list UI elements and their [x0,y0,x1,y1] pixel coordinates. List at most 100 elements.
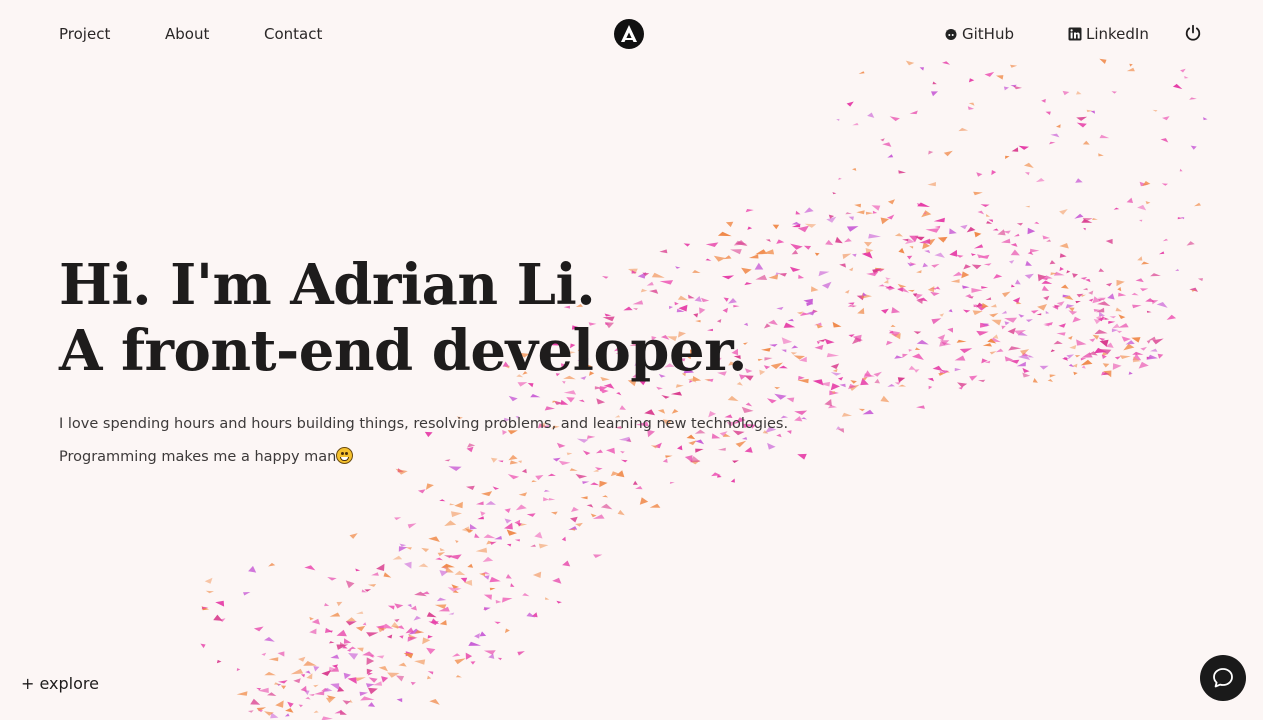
particle [968,78,975,83]
particle [596,398,606,405]
hero-title: Hi. I'm Adrian Li. A front-end developer… [59,252,747,384]
particle [454,570,466,576]
particle [481,491,493,497]
particle [824,399,832,406]
nav-contact[interactable]: Contact [264,24,334,44]
chat-button[interactable] [1200,655,1246,701]
particle [398,546,408,552]
particle [392,555,403,560]
particle [405,547,412,550]
hero-line-1: Hi. I'm Adrian Li. [59,252,596,318]
particle [1088,290,1094,295]
particle [1041,285,1049,291]
particle [880,395,890,403]
particle [981,286,989,289]
particle [905,60,915,66]
particle [308,694,315,696]
particle [902,353,908,358]
particle [992,228,999,231]
particle [934,225,941,229]
particle [947,327,953,333]
particle [410,605,417,611]
particle [439,620,447,626]
particle [725,221,734,228]
particle [854,203,861,208]
particle [1190,145,1197,150]
particle [422,637,431,645]
particle [1102,363,1110,368]
particle [1008,260,1015,264]
particle [916,270,922,274]
particle [504,522,513,530]
particle [838,377,844,381]
particle [391,622,400,628]
particle [578,399,585,403]
particle [1041,98,1046,103]
particle [398,662,407,667]
particle [1039,365,1049,370]
particle [494,535,502,540]
particle [483,534,496,539]
particle [303,661,317,666]
particle [971,253,976,256]
particle [1013,85,1022,90]
particle [858,408,865,412]
particle [916,405,925,409]
particle [247,710,254,713]
particle [933,217,945,223]
particle [1157,353,1164,359]
particle [394,603,404,609]
github-link[interactable]: GitHub [944,24,1068,44]
particle [421,547,430,553]
particle [661,395,670,399]
particle [1112,363,1122,370]
particle [1049,141,1056,145]
particle [1145,201,1151,205]
nav-project[interactable]: Project [59,24,165,44]
particle [1059,253,1067,258]
particle [974,231,982,238]
particle [894,233,903,237]
particle [821,281,832,289]
particle [747,226,753,230]
particle [1140,288,1149,292]
particle [428,536,440,542]
particle [293,678,301,684]
particle [497,657,502,661]
particle [526,513,536,517]
particle [532,571,542,578]
logo-icon[interactable] [614,19,644,49]
particle [839,383,846,388]
power-icon[interactable] [1184,24,1202,42]
particle [937,236,948,243]
particle [927,182,936,187]
particle [931,263,940,268]
particle [880,138,885,142]
particle [776,239,785,244]
particle [1140,346,1147,351]
particle [309,628,317,635]
particle [1152,109,1158,112]
particle [1126,67,1135,72]
particle [789,266,801,272]
particle [250,698,261,705]
explore-button[interactable]: + explore [21,673,99,695]
particle [530,394,541,398]
particle [483,650,496,655]
particle [439,499,446,502]
particle [1109,316,1116,319]
particle [447,587,462,592]
particle [982,343,992,347]
particle [912,353,924,360]
nav-about[interactable]: About [165,24,264,44]
particle [890,324,896,327]
particle [1156,302,1168,308]
particle [908,349,913,352]
particle [347,677,357,684]
particle [894,382,901,385]
linkedin-link[interactable]: LinkedIn [1068,24,1149,44]
particle [429,699,440,705]
particle [304,565,316,571]
particle [891,307,901,314]
particle [781,337,793,345]
